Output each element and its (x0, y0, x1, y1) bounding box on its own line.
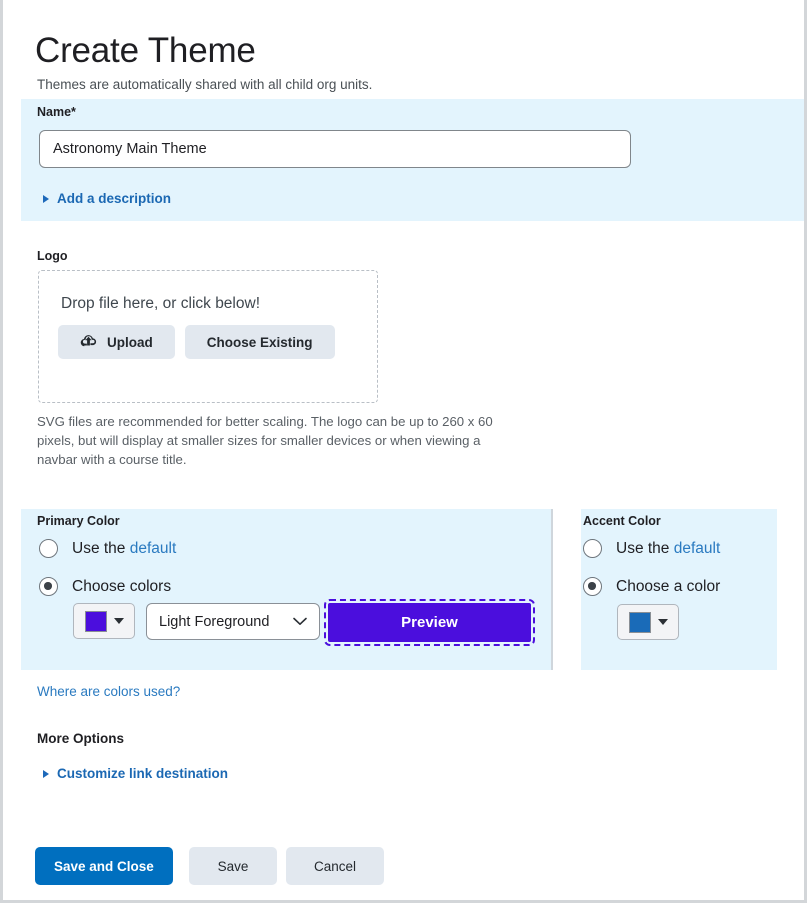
name-label-text: Name (37, 105, 72, 119)
choose-existing-label: Choose Existing (206, 334, 313, 350)
add-description-toggle[interactable]: Add a description (43, 191, 171, 206)
accent-color-swatch-picker[interactable] (617, 604, 679, 640)
dropzone-instruction: Drop file here, or click below! (61, 295, 260, 312)
chevron-down-icon (293, 613, 307, 631)
upload-button[interactable]: Upload (58, 325, 175, 359)
primary-choose-colors-label: Choose colors (72, 577, 172, 595)
customize-link-destination-toggle[interactable]: Customize link destination (43, 766, 228, 781)
theme-editor-window: Create Theme Themes are automatically sh… (0, 0, 807, 903)
accent-color-label: Accent Color (583, 514, 661, 528)
save-button[interactable]: Save (189, 847, 277, 885)
accent-choose-color-label: Choose a color (616, 577, 721, 595)
accent-use-default-option[interactable]: Use the default (583, 539, 720, 558)
foreground-style-select[interactable]: Light Foreground (146, 603, 320, 640)
required-marker: * (71, 105, 76, 119)
cancel-button[interactable]: Cancel (286, 847, 384, 885)
more-options-heading: More Options (37, 731, 124, 746)
triangle-right-icon (43, 194, 49, 203)
choose-existing-button[interactable]: Choose Existing (184, 325, 335, 359)
caret-down-icon (113, 618, 124, 624)
radio-button-selected[interactable] (39, 577, 58, 596)
triangle-right-icon (43, 769, 49, 778)
where-are-colors-used-link[interactable]: Where are colors used? (37, 684, 180, 699)
primary-color-swatch-picker[interactable] (73, 603, 135, 639)
primary-use-default-label: Use the default (72, 539, 177, 557)
primary-default-link[interactable]: default (130, 540, 177, 557)
accent-use-default-label: Use the default (616, 539, 721, 557)
upload-button-label: Upload (107, 334, 153, 350)
logo-label: Logo (37, 249, 68, 263)
accent-color-chip (628, 611, 651, 633)
foreground-style-value: Light Foreground (159, 613, 270, 630)
primary-use-default-option[interactable]: Use the default (39, 539, 176, 558)
caret-down-icon (657, 619, 668, 625)
primary-color-label: Primary Color (37, 514, 120, 528)
radio-button-selected[interactable] (583, 577, 602, 596)
radio-button-unselected[interactable] (583, 539, 602, 558)
accent-default-link[interactable]: default (674, 540, 721, 557)
page-title: Create Theme (35, 31, 256, 71)
radio-button-unselected[interactable] (39, 539, 58, 558)
customize-link-destination-label: Customize link destination (57, 766, 229, 781)
name-input[interactable] (39, 130, 631, 168)
add-description-label: Add a description (57, 191, 172, 206)
primary-choose-colors-option[interactable]: Choose colors (39, 577, 171, 596)
preview-button[interactable]: Preview (324, 599, 535, 646)
page-subtitle: Themes are automatically shared with all… (37, 77, 373, 92)
name-field-label: Name* (37, 105, 76, 119)
logo-dropzone[interactable]: Drop file here, or click below! Upload C… (38, 270, 378, 403)
accent-choose-color-option[interactable]: Choose a color (583, 577, 720, 596)
cloud-upload-icon (80, 333, 97, 351)
logo-helper-text: SVG files are recommended for better sca… (37, 414, 493, 467)
primary-color-chip (84, 610, 107, 632)
save-and-close-button[interactable]: Save and Close (35, 847, 173, 885)
